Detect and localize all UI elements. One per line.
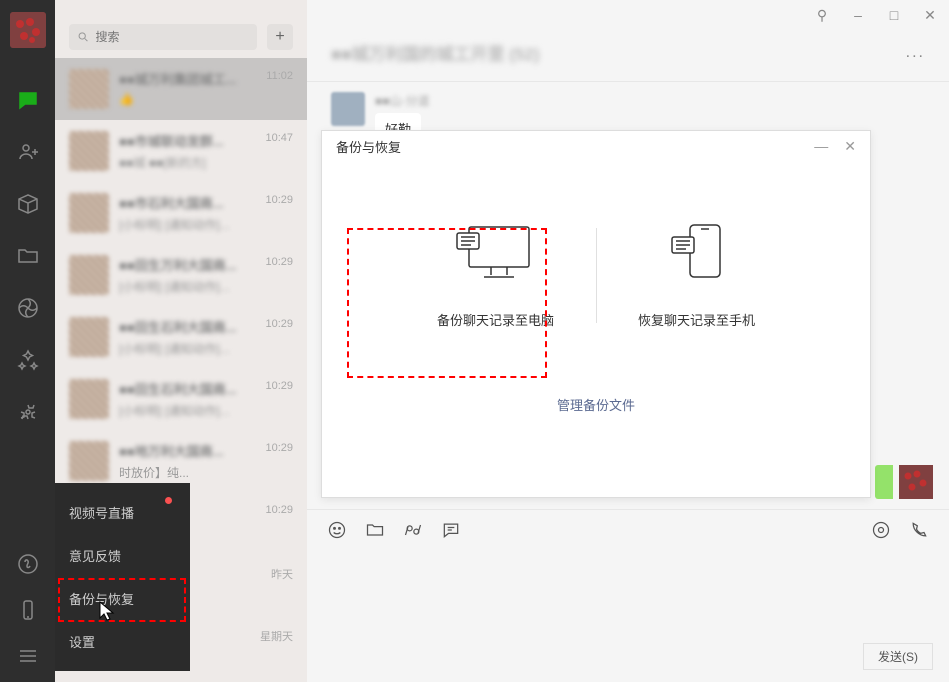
moments-icon[interactable] xyxy=(16,296,40,320)
video-call-icon[interactable] xyxy=(871,520,891,543)
search-input-wrap[interactable] xyxy=(69,24,257,50)
menu-item-feedback[interactable]: 意见反馈 xyxy=(55,534,190,577)
chat-item[interactable]: ■■市石利大国商...[小标明] [通知动作]...10:29 xyxy=(55,182,307,244)
backup-to-pc-option[interactable]: 备份聊天记录至电脑 xyxy=(396,222,596,329)
screenshot-icon[interactable] xyxy=(403,520,423,543)
add-button[interactable]: + xyxy=(267,24,293,50)
message-sender: ■■山-分道 xyxy=(375,92,430,109)
chat-item-subtitle: 👍 xyxy=(119,92,293,106)
input-area: 发送(S) xyxy=(307,509,949,682)
search-icon xyxy=(77,30,90,44)
voice-call-icon[interactable] xyxy=(909,520,929,543)
titlebar: ⚲ – □ ✕ xyxy=(307,0,949,30)
chat-item-subtitle: [小标明] [通知动作]... xyxy=(119,340,293,357)
menu-item-settings[interactable]: 设置 xyxy=(55,620,190,663)
chat-thumb xyxy=(69,379,109,419)
chat-item-subtitle: [小标明] [通知动作]... xyxy=(119,402,293,419)
favorites-icon[interactable] xyxy=(16,192,40,216)
chat-item-time: 10:29 xyxy=(265,318,293,330)
more-icon[interactable]: ... xyxy=(906,44,925,62)
modal-header: 备份与恢复 — ✕ xyxy=(322,131,870,162)
maximize-icon[interactable]: □ xyxy=(881,4,907,26)
chat-thumb xyxy=(69,69,109,109)
restore-to-phone-option[interactable]: 恢复聊天记录至手机 xyxy=(597,222,797,329)
close-icon[interactable]: ✕ xyxy=(917,4,943,26)
chat-icon[interactable] xyxy=(16,88,40,112)
chat-item-time: 10:29 xyxy=(265,256,293,268)
chat-item-subtitle: ■■城 ■■[新的方] xyxy=(119,154,293,171)
look-icon[interactable] xyxy=(16,348,40,372)
search-input[interactable] xyxy=(96,30,250,44)
chat-item-time: 10:47 xyxy=(265,132,293,144)
chat-item-time: 昨天 xyxy=(271,566,293,582)
badge-dot xyxy=(165,497,172,504)
chat-item[interactable]: ■■田生万利大国商...[小标明] [通知动作]...10:29 xyxy=(55,244,307,306)
app-root: + ■■城万利集团城工...👍11:02■■市城联动发群...■■城 ■■[新的… xyxy=(0,0,949,682)
more-menu: 视频号直播 意见反馈 备份与恢复 设置 xyxy=(55,483,190,671)
menu-item-channels-live[interactable]: 视频号直播 xyxy=(55,491,190,534)
chat-thumb xyxy=(69,441,109,481)
chat-item-time: 星期天 xyxy=(260,628,293,644)
manage-backup-link[interactable]: 管理备份文件 xyxy=(557,398,635,413)
avatar[interactable] xyxy=(10,12,46,48)
miniapp-icon[interactable] xyxy=(16,552,40,576)
chat-thumb xyxy=(69,193,109,233)
phone-icon[interactable] xyxy=(16,598,40,622)
chat-item-subtitle: 时放价】纯... xyxy=(119,464,293,481)
star-icon[interactable] xyxy=(16,400,40,424)
chat-header: ■■城万利国的城工开里 (52) ... xyxy=(307,30,949,81)
folder-icon[interactable] xyxy=(365,520,385,543)
minimize-icon[interactable]: – xyxy=(845,4,871,26)
backup-restore-modal: 备份与恢复 — ✕ 备份聊天记录至电脑 xyxy=(321,130,871,498)
modal-close-icon[interactable]: ✕ xyxy=(840,138,860,155)
monitor-icon xyxy=(451,222,541,282)
my-avatar-peek[interactable] xyxy=(899,465,933,499)
chat-thumb xyxy=(69,255,109,295)
history-icon[interactable] xyxy=(441,520,461,543)
chat-item-time: 10:29 xyxy=(265,442,293,454)
chat-thumb xyxy=(69,317,109,357)
send-button[interactable]: 发送(S) xyxy=(863,643,933,670)
input-toolbar xyxy=(307,520,949,543)
pin-icon[interactable]: ⚲ xyxy=(809,4,835,26)
emoji-icon[interactable] xyxy=(327,520,347,543)
backup-to-pc-label: 备份聊天记录至电脑 xyxy=(437,310,554,329)
chat-thumb xyxy=(69,131,109,171)
left-nav xyxy=(0,0,55,682)
restore-to-phone-label: 恢复聊天记录至手机 xyxy=(638,310,755,329)
contacts-icon[interactable] xyxy=(16,140,40,164)
chat-item[interactable]: ■■市城联动发群...■■城 ■■[新的方]10:47 xyxy=(55,120,307,182)
modal-minimize-icon[interactable]: — xyxy=(810,138,832,155)
chat-item[interactable]: ■■田生石利大国商...[小标明] [通知动作]...10:29 xyxy=(55,306,307,368)
chat-item[interactable]: ■■城万利集团城工...👍11:02 xyxy=(55,58,307,120)
modal-title: 备份与恢复 xyxy=(336,137,401,156)
menu-icon[interactable] xyxy=(16,644,40,668)
chat-title: ■■城万利国的城工开里 (52) xyxy=(331,40,540,65)
chat-item-time: 10:29 xyxy=(265,380,293,392)
menu-item-backup-restore[interactable]: 备份与恢复 xyxy=(55,577,190,620)
cursor-icon xyxy=(98,600,116,627)
my-bubble-peek xyxy=(875,465,893,499)
message-avatar[interactable] xyxy=(331,92,365,126)
chat-item-subtitle: [小标明] [通知动作]... xyxy=(119,216,293,233)
chat-item-time: 10:29 xyxy=(265,504,293,516)
chat-item-time: 10:29 xyxy=(265,194,293,206)
chat-item-time: 11:02 xyxy=(266,70,293,82)
chat-item[interactable]: ■■田生石利大国商...[小标明] [通知动作]...10:29 xyxy=(55,368,307,430)
phone-restore-icon xyxy=(662,222,732,282)
files-icon[interactable] xyxy=(16,244,40,268)
chat-item-subtitle: [小标明] [通知动作]... xyxy=(119,278,293,295)
